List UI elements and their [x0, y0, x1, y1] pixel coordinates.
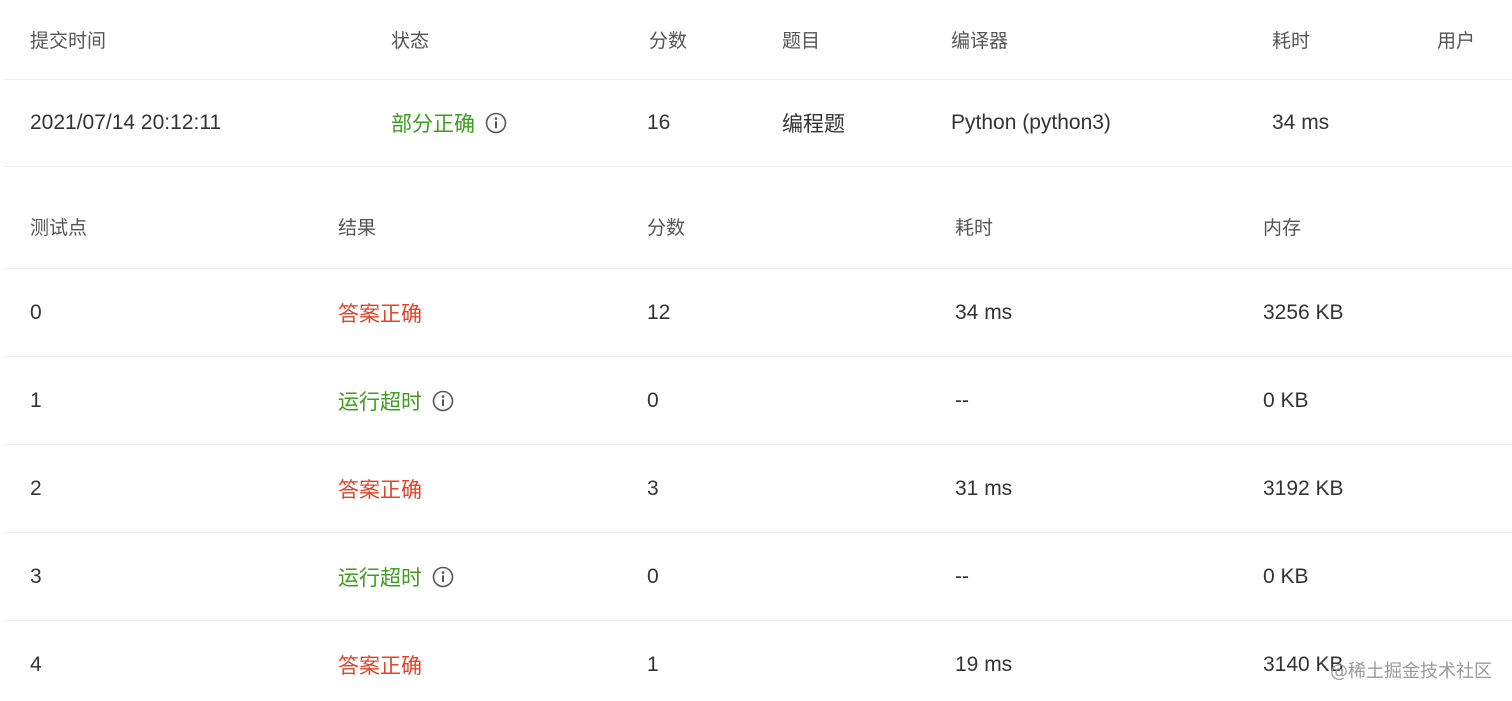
- testpoint-memory: 3256 KB: [1263, 300, 1344, 324]
- testpoint-score: 0: [647, 564, 659, 588]
- header-user: 用户: [1437, 31, 1476, 52]
- testpoint-result: 答案正确: [338, 269, 422, 356]
- watermark: @稀土掘金技术社区: [1330, 661, 1492, 682]
- info-circle-icon[interactable]: [485, 112, 507, 134]
- submit-time: 2021/07/14 20:12:11: [30, 111, 222, 134]
- testpoint-duration: 31 ms: [955, 476, 1013, 500]
- header-tp-score: 分数: [647, 218, 686, 239]
- header-status: 状态: [391, 31, 430, 52]
- info-circle-icon[interactable]: [432, 390, 454, 412]
- table-row: 2 答案正确 3 31 ms 3192 KB: [4, 445, 1512, 533]
- testpoint-score: 3: [647, 476, 659, 500]
- submission-problem[interactable]: 编程题: [782, 80, 845, 166]
- testpoint-duration: 19 ms: [955, 653, 1013, 676]
- testpoint-table-header: 测试点 结果 分数 耗时 内存: [4, 167, 1512, 269]
- testpoint-result-label: 答案正确: [338, 478, 422, 502]
- testpoint-id: 2: [30, 476, 42, 500]
- testpoint-result: 答案正确: [338, 621, 422, 701]
- table-row: 4 答案正确 1 19 ms 3140 KB: [4, 621, 1512, 701]
- testpoint-result-label: 运行超时: [338, 566, 422, 590]
- testpoint-result-label: 答案正确: [338, 655, 422, 678]
- header-compiler: 编译器: [951, 31, 1009, 52]
- testpoint-result[interactable]: 运行超时: [338, 357, 454, 444]
- submission-status-label: 部分正确: [391, 113, 475, 136]
- table-row: 1 运行超时 0 -- 0 KB: [4, 357, 1512, 445]
- submission-row: 2021/07/14 20:12:11 部分正确 16 编程题 Python (…: [4, 80, 1512, 167]
- testpoint-duration: --: [955, 388, 969, 412]
- header-testpoint: 测试点: [30, 218, 88, 239]
- testpoint-score: 12: [647, 300, 671, 324]
- header-result: 结果: [338, 218, 377, 239]
- testpoint-duration: 34 ms: [955, 300, 1013, 324]
- testpoint-id: 3: [30, 564, 42, 588]
- testpoint-memory: 0 KB: [1263, 564, 1309, 588]
- header-duration: 耗时: [1272, 31, 1311, 52]
- header-submit-time: 提交时间: [30, 31, 107, 52]
- testpoint-result[interactable]: 运行超时: [338, 533, 454, 620]
- submission-score: 16: [647, 111, 671, 134]
- submission-compiler: Python (python3): [951, 111, 1111, 134]
- testpoint-duration: --: [955, 564, 969, 588]
- testpoint-id: 1: [30, 388, 42, 412]
- submission-table-header: 提交时间 状态 分数 题目 编译器 耗时 用户: [4, 0, 1512, 80]
- testpoint-score: 0: [647, 388, 659, 412]
- header-score: 分数: [649, 31, 688, 52]
- testpoint-id: 0: [30, 300, 42, 324]
- testpoint-memory: 3192 KB: [1263, 476, 1344, 500]
- header-memory: 内存: [1263, 218, 1302, 239]
- testpoint-score: 1: [647, 653, 659, 676]
- testpoint-result: 答案正确: [338, 445, 422, 532]
- table-row: 3 运行超时 0 -- 0 KB: [4, 533, 1512, 621]
- submission-duration: 34 ms: [1272, 111, 1330, 134]
- testpoint-result-label: 运行超时: [338, 390, 422, 414]
- header-problem: 题目: [782, 31, 821, 52]
- table-row: 0 答案正确 12 34 ms 3256 KB: [4, 269, 1512, 357]
- submission-detail-page: 提交时间 状态 分数 题目 编译器 耗时 用户 2021/07/14 20:12…: [0, 0, 1512, 701]
- submission-status[interactable]: 部分正确: [391, 80, 507, 166]
- info-circle-icon[interactable]: [432, 566, 454, 588]
- testpoint-result-label: 答案正确: [338, 302, 422, 326]
- header-tp-duration: 耗时: [955, 218, 994, 239]
- testpoint-memory: 0 KB: [1263, 388, 1309, 412]
- testpoint-id: 4: [30, 653, 42, 676]
